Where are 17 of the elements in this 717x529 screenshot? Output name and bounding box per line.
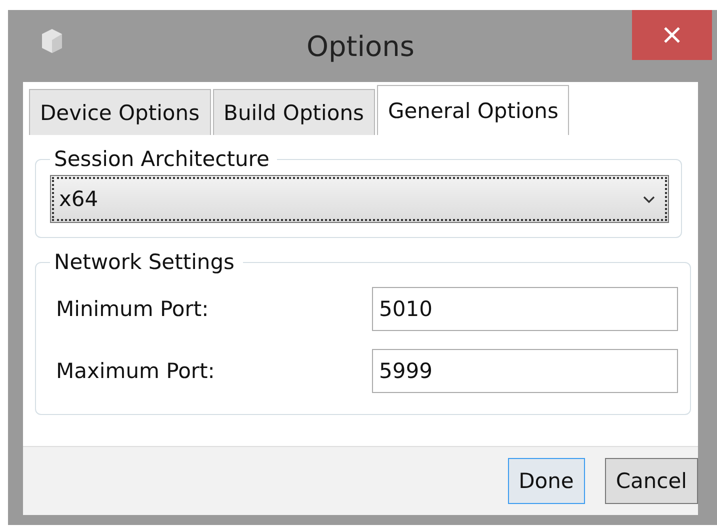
- group-title: Network Settings: [53, 250, 236, 274]
- close-button[interactable]: [632, 10, 712, 60]
- tab[interactable]: Build Options: [212, 89, 375, 135]
- port-field[interactable]: 5010: [372, 287, 678, 331]
- field-label: Maximum Port:: [56, 359, 216, 383]
- field-label: Minimum Port:: [56, 297, 210, 321]
- group-title: Session Architecture: [53, 147, 270, 171]
- close-icon: [662, 25, 682, 45]
- chevron-down-icon: [642, 194, 656, 204]
- tab[interactable]: General Options: [376, 85, 570, 135]
- cube-icon: [41, 28, 63, 54]
- window-title: Options: [306, 30, 415, 62]
- dialog-button[interactable]: Done: [508, 458, 585, 504]
- tab[interactable]: Device Options: [29, 89, 211, 135]
- architecture-dropdown[interactable]: x64: [50, 175, 669, 223]
- dialog-button[interactable]: Cancel: [604, 458, 698, 504]
- port-field[interactable]: 5999: [372, 349, 678, 393]
